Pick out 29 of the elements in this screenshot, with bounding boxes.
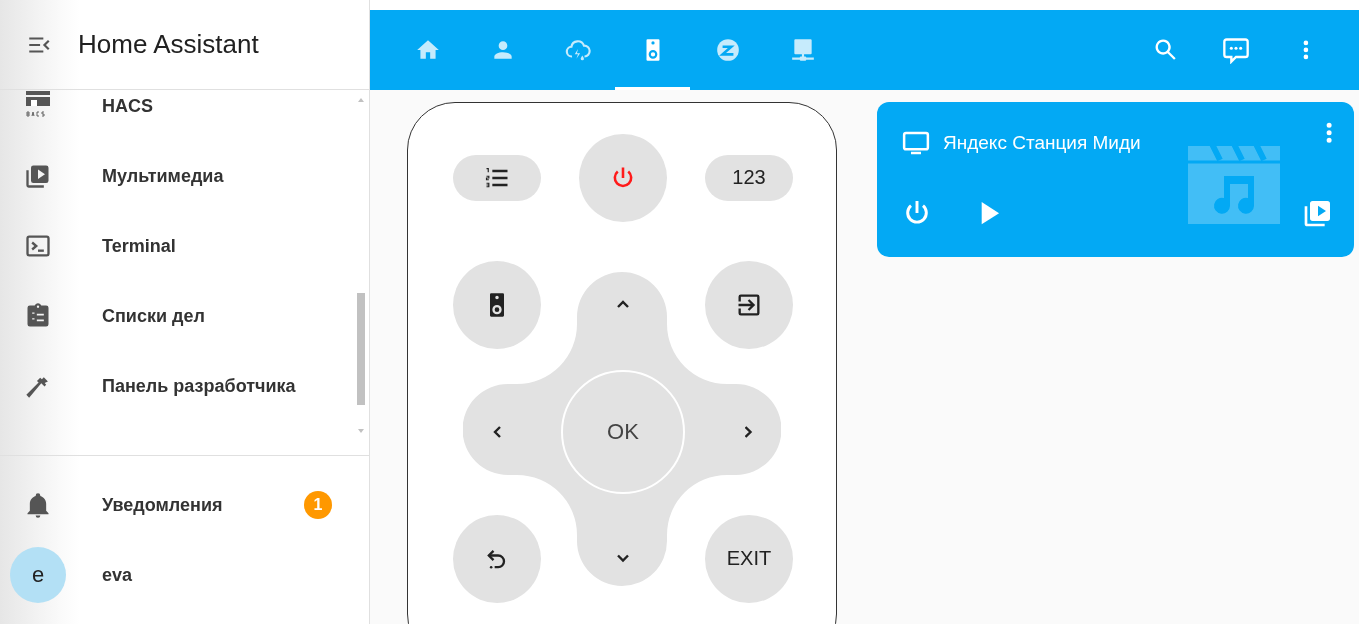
chevron-down-icon (617, 554, 629, 563)
sidebar-item[interactable]: Terminal (0, 211, 369, 281)
chevron-right-icon (744, 425, 754, 438)
scroll-up-arrow[interactable] (358, 98, 364, 102)
notification-count-badge: 1 (304, 491, 332, 519)
more-icon (1325, 122, 1332, 144)
sidebar-item[interactable]: Списки дел (0, 281, 369, 351)
more-options-button[interactable] (1325, 122, 1332, 144)
network-icon (789, 37, 816, 63)
scrollbar-thumb[interactable] (357, 293, 365, 405)
app-title: Home Assistant (78, 29, 259, 60)
scroll-down-arrow[interactable] (358, 429, 364, 433)
media-player-name: Яндекс Станция Миди (943, 132, 1141, 154)
numbered-list-button[interactable] (453, 154, 541, 201)
sidebar-item[interactable]: Панель разработчика (0, 351, 369, 421)
z-circle-icon (714, 37, 741, 63)
chat-icon (1222, 36, 1250, 64)
more-icon (1303, 40, 1309, 60)
chevron-up-icon (617, 300, 629, 309)
remote-key[interactable]: EXIT (705, 514, 793, 603)
user-item[interactable]: e eva (0, 540, 369, 610)
notifications-item[interactable]: Уведомления 1 (0, 470, 369, 540)
sidebar-item[interactable]: Мультимедиа (0, 141, 369, 211)
chevron-left-icon (492, 425, 502, 438)
sidebar-item[interactable]: HACS (0, 90, 369, 141)
remote-key[interactable]: OK (561, 369, 685, 494)
cloud-lightning-icon (564, 37, 591, 63)
user-avatar: e (10, 547, 66, 603)
remote-key[interactable]: 123 (705, 154, 793, 201)
